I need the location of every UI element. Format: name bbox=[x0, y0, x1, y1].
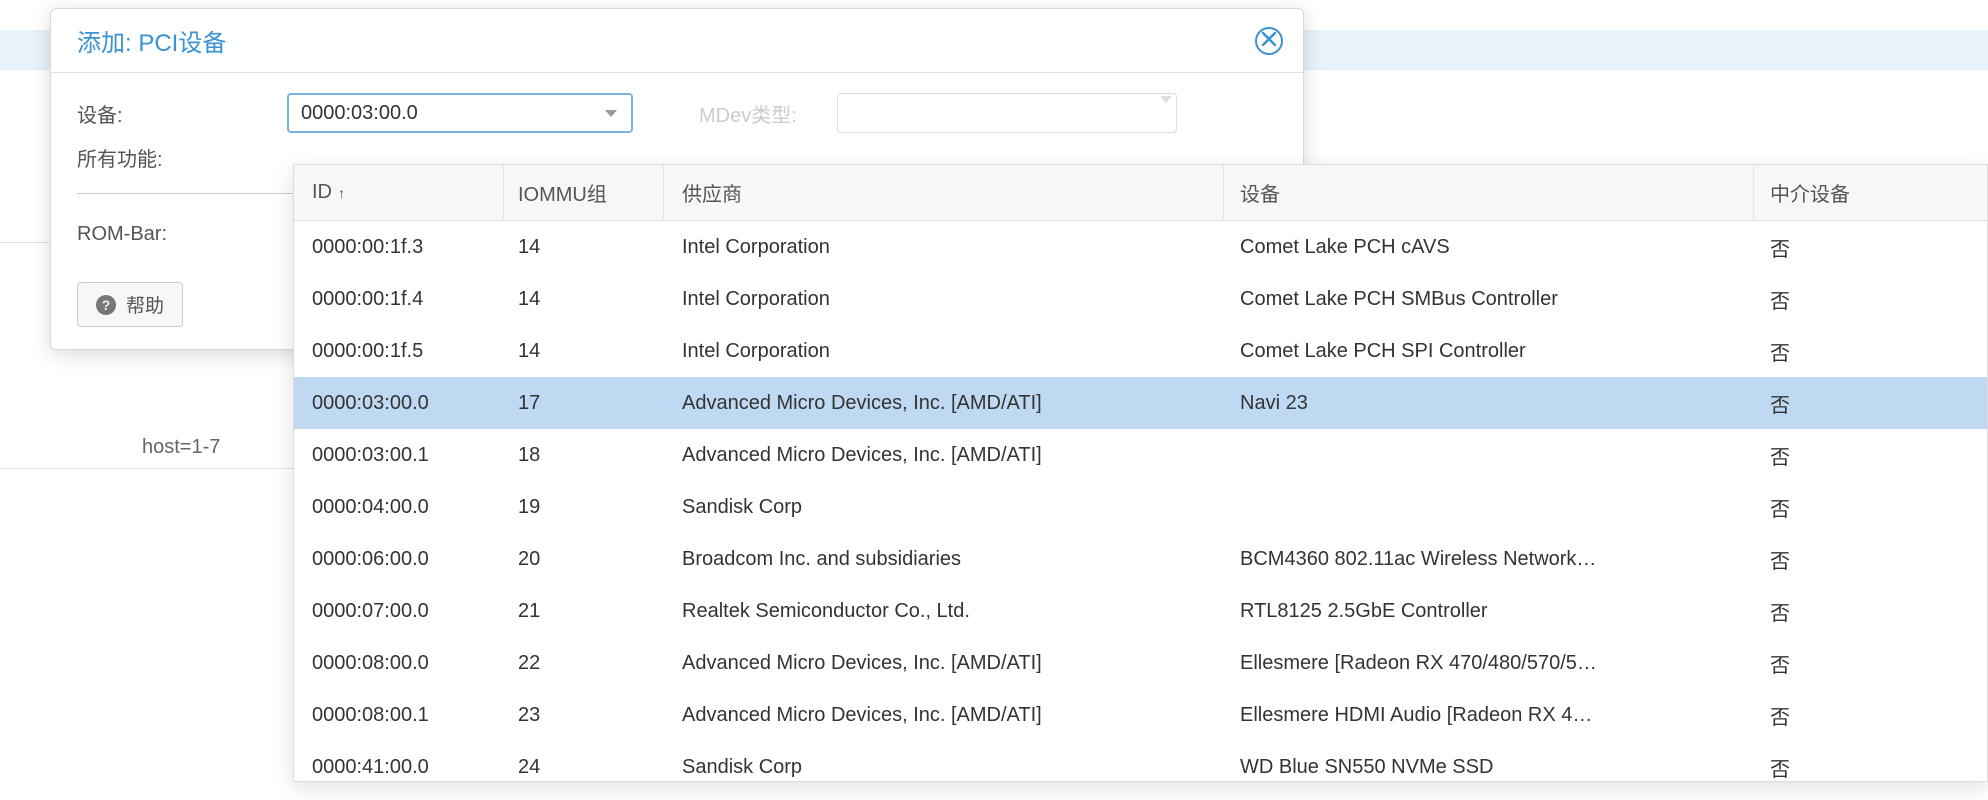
cell-iommu: 24 bbox=[504, 741, 664, 781]
form-row-device: 设备: 0000:03:00.0 MDev类型: bbox=[77, 91, 1277, 135]
cell-device: Navi 23 bbox=[1224, 377, 1754, 429]
cell-vendor: Realtek Semiconductor Co., Ltd. bbox=[664, 585, 1224, 637]
grid-body[interactable]: 0000:00:1f.314Intel CorporationComet Lak… bbox=[294, 221, 1987, 781]
cell-mdev: 否 bbox=[1754, 221, 1884, 273]
cell-mdev: 否 bbox=[1754, 689, 1884, 741]
cell-iommu: 21 bbox=[504, 585, 664, 637]
cell-iommu: 23 bbox=[504, 689, 664, 741]
grid-row[interactable]: 0000:07:00.021Realtek Semiconductor Co.,… bbox=[294, 585, 1987, 637]
cell-iommu: 14 bbox=[504, 273, 664, 325]
device-combobox[interactable]: 0000:03:00.0 bbox=[287, 93, 633, 133]
help-icon: ? bbox=[96, 295, 116, 315]
cell-mdev: 否 bbox=[1754, 533, 1884, 585]
grid-row[interactable]: 0000:00:1f.514Intel CorporationComet Lak… bbox=[294, 325, 1987, 377]
device-combobox-value: 0000:03:00.0 bbox=[301, 102, 418, 125]
cell-mdev: 否 bbox=[1754, 377, 1884, 429]
cell-vendor: Intel Corporation bbox=[664, 221, 1224, 273]
grid-row[interactable]: 0000:00:1f.414Intel CorporationComet Lak… bbox=[294, 273, 1987, 325]
cell-vendor: Sandisk Corp bbox=[664, 741, 1224, 781]
cell-vendor: Advanced Micro Devices, Inc. [AMD/ATI] bbox=[664, 429, 1224, 481]
cell-id: 0000:00:1f.5 bbox=[294, 325, 504, 377]
cell-mdev: 否 bbox=[1754, 585, 1884, 637]
cell-device: Comet Lake PCH SPI Controller bbox=[1224, 325, 1754, 377]
grid-row[interactable]: 0000:03:00.118Advanced Micro Devices, In… bbox=[294, 429, 1987, 481]
grid-header: ID ↑ IOMMU组 供应商 设备 中介设备 bbox=[294, 165, 1987, 221]
cell-device bbox=[1224, 481, 1754, 533]
close-button[interactable] bbox=[1255, 27, 1283, 55]
help-button-label: 帮助 bbox=[126, 291, 164, 318]
cell-iommu: 18 bbox=[504, 429, 664, 481]
cell-mdev: 否 bbox=[1754, 741, 1884, 781]
combobox-trigger[interactable] bbox=[593, 97, 629, 129]
device-label: 设备: bbox=[77, 99, 267, 128]
cell-device: WD Blue SN550 NVMe SSD bbox=[1224, 741, 1754, 781]
cell-iommu: 22 bbox=[504, 637, 664, 689]
grid-row[interactable]: 0000:06:00.020Broadcom Inc. and subsidia… bbox=[294, 533, 1987, 585]
cell-iommu: 17 bbox=[504, 377, 664, 429]
close-icon bbox=[1262, 30, 1276, 51]
cell-id: 0000:08:00.1 bbox=[294, 689, 504, 741]
grid-row[interactable]: 0000:08:00.123Advanced Micro Devices, In… bbox=[294, 689, 1987, 741]
cell-mdev: 否 bbox=[1754, 429, 1884, 481]
column-header-mdev[interactable]: 中介设备 bbox=[1754, 165, 1884, 220]
grid-row[interactable]: 0000:04:00.019Sandisk Corp 否 bbox=[294, 481, 1987, 533]
cell-device: Comet Lake PCH cAVS bbox=[1224, 221, 1754, 273]
mdev-type-label: MDev类型: bbox=[699, 99, 797, 128]
grid-row[interactable]: 0000:08:00.022Advanced Micro Devices, In… bbox=[294, 637, 1987, 689]
grid-row[interactable]: 0000:41:00.024Sandisk CorpWD Blue SN550 … bbox=[294, 741, 1987, 781]
cell-device: BCM4360 802.11ac Wireless Network… bbox=[1224, 533, 1754, 585]
cell-id: 0000:03:00.1 bbox=[294, 429, 504, 481]
cell-vendor: Intel Corporation bbox=[664, 273, 1224, 325]
combobox-trigger-disabled bbox=[1160, 103, 1172, 124]
cell-vendor: Advanced Micro Devices, Inc. [AMD/ATI] bbox=[664, 689, 1224, 741]
cell-iommu: 14 bbox=[504, 221, 664, 273]
rom-bar-label: ROM-Bar: bbox=[77, 223, 267, 246]
cell-vendor: Broadcom Inc. and subsidiaries bbox=[664, 533, 1224, 585]
cell-vendor: Intel Corporation bbox=[664, 325, 1224, 377]
cell-vendor: Advanced Micro Devices, Inc. [AMD/ATI] bbox=[664, 637, 1224, 689]
dialog-title: 添加: PCI设备 bbox=[77, 23, 226, 58]
cell-mdev: 否 bbox=[1754, 273, 1884, 325]
mdev-type-combobox bbox=[837, 93, 1177, 133]
cell-iommu: 20 bbox=[504, 533, 664, 585]
cell-device: Comet Lake PCH SMBus Controller bbox=[1224, 273, 1754, 325]
cell-id: 0000:07:00.0 bbox=[294, 585, 504, 637]
cell-vendor: Advanced Micro Devices, Inc. [AMD/ATI] bbox=[664, 377, 1224, 429]
background-text: host=1-7 bbox=[142, 436, 220, 459]
all-functions-label: 所有功能: bbox=[77, 143, 267, 172]
cell-device bbox=[1224, 429, 1754, 481]
cell-id: 0000:04:00.0 bbox=[294, 481, 504, 533]
grid-row[interactable]: 0000:00:1f.314Intel CorporationComet Lak… bbox=[294, 221, 1987, 273]
cell-device: Ellesmere [Radeon RX 470/480/570/5… bbox=[1224, 637, 1754, 689]
column-header-vendor[interactable]: 供应商 bbox=[664, 165, 1224, 220]
cell-id: 0000:06:00.0 bbox=[294, 533, 504, 585]
cell-id: 0000:00:1f.4 bbox=[294, 273, 504, 325]
cell-mdev: 否 bbox=[1754, 637, 1884, 689]
chevron-down-icon bbox=[605, 110, 617, 117]
cell-mdev: 否 bbox=[1754, 481, 1884, 533]
cell-id: 0000:08:00.0 bbox=[294, 637, 504, 689]
help-button[interactable]: ? 帮助 bbox=[77, 282, 183, 327]
cell-iommu: 14 bbox=[504, 325, 664, 377]
cell-iommu: 19 bbox=[504, 481, 664, 533]
grid-row[interactable]: 0000:03:00.017Advanced Micro Devices, In… bbox=[294, 377, 1987, 429]
column-header-id[interactable]: ID ↑ bbox=[294, 165, 504, 220]
column-header-id-label: ID bbox=[312, 181, 332, 204]
dialog-header: 添加: PCI设备 bbox=[51, 9, 1303, 73]
cell-id: 0000:00:1f.3 bbox=[294, 221, 504, 273]
cell-id: 0000:03:00.0 bbox=[294, 377, 504, 429]
device-dropdown-panel: ID ↑ IOMMU组 供应商 设备 中介设备 0000:00:1f.314In… bbox=[293, 164, 1988, 782]
column-header-iommu[interactable]: IOMMU组 bbox=[504, 165, 664, 220]
cell-device: Ellesmere HDMI Audio [Radeon RX 4… bbox=[1224, 689, 1754, 741]
cell-mdev: 否 bbox=[1754, 325, 1884, 377]
sort-ascending-icon: ↑ bbox=[338, 185, 345, 201]
chevron-down-icon bbox=[1160, 96, 1172, 123]
cell-device: RTL8125 2.5GbE Controller bbox=[1224, 585, 1754, 637]
cell-id: 0000:41:00.0 bbox=[294, 741, 504, 781]
cell-vendor: Sandisk Corp bbox=[664, 481, 1224, 533]
column-header-device[interactable]: 设备 bbox=[1224, 165, 1754, 220]
